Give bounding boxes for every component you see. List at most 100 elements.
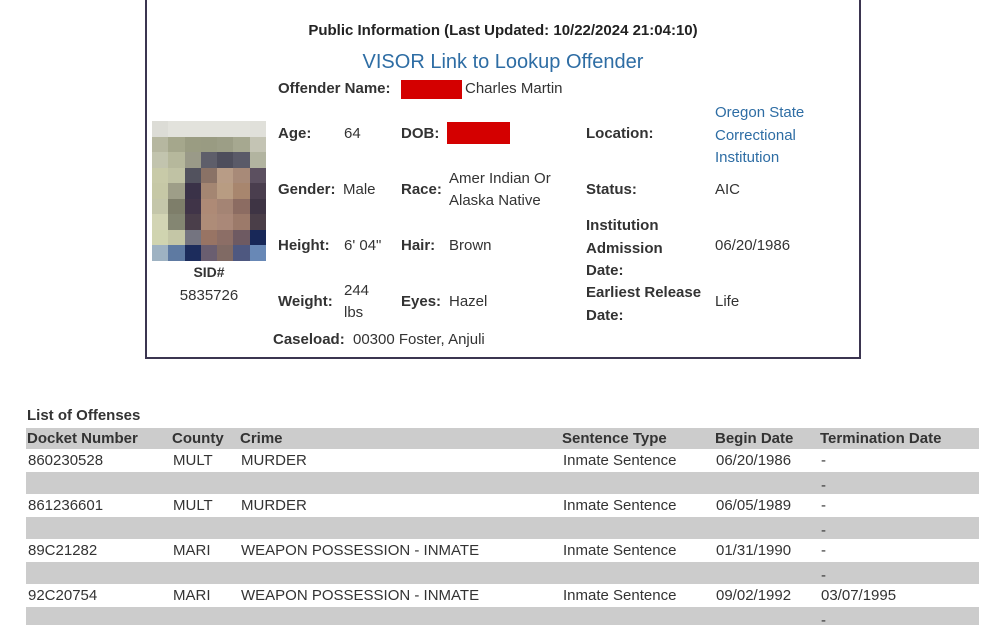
empty-cell (171, 606, 239, 625)
docket-number-cell: 861236601 (26, 494, 171, 517)
empty-cell (239, 471, 561, 494)
race-label: Race: (401, 181, 442, 198)
empty-cell (714, 516, 819, 539)
sub-termination-cell: - (819, 606, 979, 625)
age-value: 64 (344, 125, 361, 142)
photo-pixel (233, 229, 250, 246)
status-label: Status: (586, 181, 637, 198)
col-sentence-type: Sentence Type (561, 428, 714, 449)
photo-pixel (152, 136, 169, 153)
offenses-title: List of Offenses (27, 407, 141, 424)
empty-cell (171, 516, 239, 539)
last-updated-heading: Public Information (Last Updated: 10/22/… (308, 22, 698, 39)
county-cell: MULT (171, 449, 239, 472)
photo-pixel (152, 198, 169, 215)
release-label-line1: Earliest Release (586, 284, 702, 301)
photo-pixel (249, 152, 266, 168)
photo-pixel (168, 121, 185, 137)
admission-label-line2: Admission (586, 239, 663, 257)
release-date-label: Earliest Release Date: (586, 282, 701, 327)
begin-date-cell: 01/31/1990 (714, 539, 819, 562)
photo-pixel (233, 198, 250, 215)
crime-cell: WEAPON POSSESSION - INMATE (239, 584, 561, 607)
photo-pixel (249, 229, 266, 246)
photo-pixel (217, 214, 234, 230)
photo-pixel (249, 214, 266, 230)
offense-subrow: - (26, 606, 979, 625)
photo-pixel (217, 245, 234, 261)
termination-date-cell: 03/07/1995 (819, 584, 979, 607)
sentence-type-cell: Inmate Sentence (561, 539, 714, 562)
termination-date-cell: - (819, 539, 979, 562)
weight-label: Weight: (278, 293, 333, 310)
race-value-line2: Alaska Native (449, 192, 541, 209)
empty-cell (714, 561, 819, 584)
photo-pixel (200, 152, 218, 168)
photo-pixel (217, 229, 234, 246)
gender-value: Male (343, 181, 376, 198)
photo-pixel (249, 136, 266, 153)
empty-cell (561, 561, 714, 584)
sub-termination-cell: - (819, 516, 979, 539)
photo-pixel (200, 245, 218, 261)
location-value-line2[interactable]: Correctional (715, 125, 804, 148)
begin-date-cell: 09/02/1992 (714, 584, 819, 607)
sid-label: SID# (193, 264, 225, 280)
release-label-line2: Date: (586, 306, 624, 324)
photo-pixel (184, 245, 201, 261)
photo-pixel (233, 245, 250, 261)
photo-pixel (217, 121, 234, 137)
empty-cell (26, 606, 171, 625)
eyes-label: Eyes: (401, 293, 442, 310)
empty-cell (171, 561, 239, 584)
photo-pixel (168, 152, 185, 168)
empty-cell (714, 606, 819, 625)
location-value-line1[interactable]: Oregon State (715, 102, 804, 125)
photo-pixel (152, 167, 169, 184)
photo-pixel (184, 167, 201, 184)
location-value-line3[interactable]: Institution (715, 147, 804, 170)
dob-label: DOB: (401, 125, 440, 142)
docket-number-cell: 89C21282 (26, 539, 171, 562)
photo-pixel (152, 183, 169, 199)
hair-value: Brown (449, 237, 492, 254)
offenses-header-row: Docket Number County Crime Sentence Type… (26, 428, 979, 449)
dob-redaction-block (447, 122, 510, 144)
photo-pixel (217, 136, 234, 153)
caseload-value: 00300 Foster, Anjuli (353, 331, 485, 348)
photo-pixel (168, 198, 185, 215)
begin-date-cell: 06/05/1989 (714, 494, 819, 517)
photo-pixel (217, 183, 234, 199)
weight-value-line1: 244 (344, 282, 370, 299)
photo-pixel (152, 229, 169, 246)
photo-pixel (184, 121, 201, 137)
photo-pixel (233, 121, 250, 137)
weight-value-line2: lbs (344, 304, 364, 321)
photo-pixel (217, 198, 234, 215)
col-county: County (171, 428, 239, 449)
admission-label-line3: Date: (586, 262, 624, 279)
photo-pixel (233, 214, 250, 230)
admission-label-line1: Institution (586, 217, 659, 234)
offense-row: 89C21282 MARI WEAPON POSSESSION - INMATE In… (26, 539, 979, 562)
eyes-value: Hazel (449, 293, 488, 310)
age-label: Age: (278, 125, 312, 142)
photo-pixel (249, 121, 266, 137)
empty-cell (26, 471, 171, 494)
photo-pixel (233, 183, 250, 199)
col-crime: Crime (239, 428, 561, 449)
visor-lookup-link[interactable]: VISOR Link to Lookup Offender (147, 51, 859, 74)
photo-pixel (184, 198, 201, 215)
sub-termination-cell: - (819, 471, 979, 494)
sentence-type-cell: Inmate Sentence (561, 494, 714, 517)
sid-value: 5835726 (179, 287, 239, 304)
docket-number-cell: 860230528 (26, 449, 171, 472)
photo-pixel (200, 167, 218, 184)
offender-info-panel: Public Information (Last Updated: 10/22/… (145, 0, 861, 359)
crime-cell: MURDER (239, 449, 561, 472)
photo-pixel (168, 229, 185, 246)
location-link[interactable]: Oregon State Correctional Institution (715, 102, 804, 170)
status-value: AIC (715, 181, 741, 198)
photo-pixel (233, 167, 250, 184)
admission-date-label: Institution Admission Date: (586, 215, 663, 283)
